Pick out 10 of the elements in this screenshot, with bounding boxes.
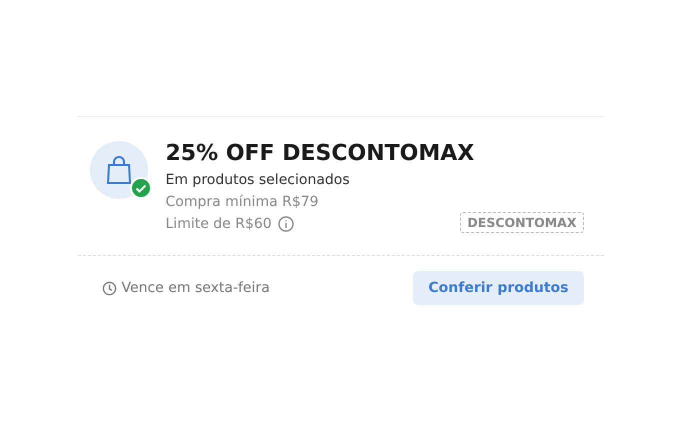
expiry-text: Vence em sexta-feira	[122, 280, 270, 296]
coupon-code: DESCONTOMAX	[460, 212, 584, 233]
coupon-condition: Limite de R$60	[166, 215, 272, 234]
info-icon[interactable]	[278, 216, 294, 232]
coupon-condition: Compra mínima R$79	[166, 193, 319, 212]
coupon-title: 25% OFF DESCONTOMAX	[166, 140, 476, 168]
clock-icon	[102, 280, 116, 296]
view-products-button[interactable]: Conferir produtos	[413, 271, 584, 305]
coupon-subtitle: Em produtos selecionados	[166, 171, 351, 190]
shopping-bag-icon	[104, 155, 132, 185]
